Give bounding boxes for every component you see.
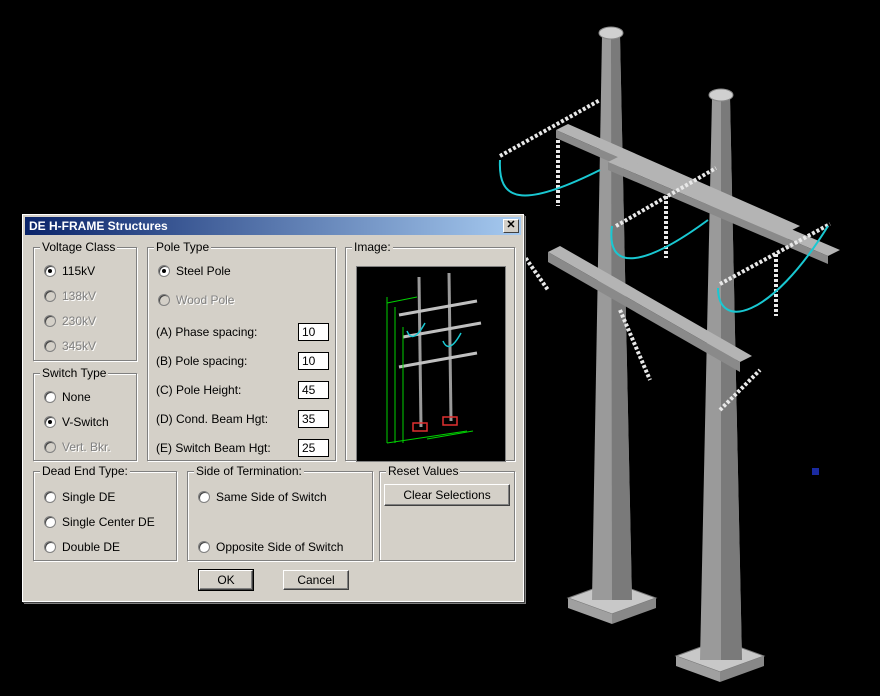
pole-spacing-input[interactable]: 10 — [298, 352, 329, 370]
phase-spacing-input[interactable]: 10 — [298, 323, 329, 341]
h-frame-structure-model — [498, 26, 840, 682]
steel-pole-label: Steel Pole — [176, 264, 231, 278]
voltage-class-legend: Voltage Class — [40, 240, 118, 254]
switch-type-legend: Switch Type — [40, 366, 109, 380]
side-of-termination-group: Side of Termination: Same Side of Switch… — [187, 464, 373, 561]
opposite-side-radio[interactable]: Opposite Side of Switch — [198, 540, 343, 554]
switch-vswitch-radio[interactable]: V-Switch — [44, 415, 109, 429]
switch-none-radio[interactable]: None — [44, 390, 91, 404]
radio-icon — [44, 516, 56, 528]
switch-beam-hgt-label: (E) Switch Beam Hgt: — [156, 441, 271, 455]
structure-preview-drawing — [386, 272, 482, 444]
radio-icon — [158, 294, 170, 306]
switch-none-label: None — [62, 390, 91, 404]
steel-pole-radio[interactable]: Steel Pole — [158, 264, 231, 278]
dialog-title: DE H-FRAME Structures — [29, 219, 168, 233]
voltage-345kv-radio[interactable]: 345kV — [44, 339, 96, 353]
voltage-115kv-label: 115kV — [62, 264, 96, 278]
radio-selected-icon — [158, 265, 170, 277]
radio-selected-icon — [44, 265, 56, 277]
wood-pole-radio[interactable]: Wood Pole — [158, 293, 234, 307]
pole-spacing-label: (B) Pole spacing: — [156, 354, 248, 368]
pole-type-group: Pole Type Steel Pole Wood Pole (A) Phase… — [147, 240, 336, 461]
radio-icon — [44, 315, 56, 327]
voltage-230kv-radio[interactable]: 230kV — [44, 314, 96, 328]
switch-vert-bkr-label: Vert. Bkr. — [62, 440, 111, 454]
dead-end-type-legend: Dead End Type: — [40, 464, 130, 478]
radio-icon — [198, 491, 210, 503]
radio-icon — [44, 290, 56, 302]
pole-height-label: (C) Pole Height: — [156, 383, 242, 397]
close-icon[interactable]: ✕ — [503, 219, 519, 233]
switch-type-group: Switch Type None V-Switch Vert. Bkr. — [33, 366, 137, 461]
single-de-radio[interactable]: Single DE — [44, 490, 115, 504]
voltage-138kv-label: 138kV — [62, 289, 97, 303]
voltage-class-group: Voltage Class 115kV 138kV 230kV 345kV — [33, 240, 137, 361]
cancel-button[interactable]: Cancel — [283, 570, 349, 590]
ok-button[interactable]: OK — [198, 569, 254, 591]
reset-values-group: Reset Values Clear Selections — [379, 464, 515, 561]
radio-icon — [44, 491, 56, 503]
ucs-grip-marker — [812, 468, 819, 475]
radio-icon — [198, 541, 210, 553]
cond-beam-hgt-input[interactable]: 35 — [298, 410, 329, 428]
reset-values-legend: Reset Values — [386, 464, 461, 478]
structure-preview-image — [356, 266, 506, 462]
same-side-radio[interactable]: Same Side of Switch — [198, 490, 327, 504]
radio-icon — [44, 340, 56, 352]
single-center-de-radio[interactable]: Single Center DE — [44, 515, 155, 529]
same-side-label: Same Side of Switch — [216, 490, 327, 504]
image-group: Image: — [345, 240, 515, 462]
voltage-115kv-radio[interactable]: 115kV — [44, 264, 95, 278]
opposite-side-label: Opposite Side of Switch — [216, 540, 344, 554]
switch-beam-hgt-input[interactable]: 25 — [298, 439, 329, 457]
switch-vswitch-label: V-Switch — [62, 415, 109, 429]
voltage-138kv-radio[interactable]: 138kV — [44, 289, 96, 303]
voltage-230kv-label: 230kV — [62, 314, 97, 328]
phase-spacing-label: (A) Phase spacing: — [156, 325, 258, 339]
voltage-345kv-label: 345kV — [62, 339, 97, 353]
double-de-radio[interactable]: Double DE — [44, 540, 120, 554]
radio-selected-icon — [44, 416, 56, 428]
switch-vert-bkr-radio[interactable]: Vert. Bkr. — [44, 440, 111, 454]
double-de-label: Double DE — [62, 540, 121, 554]
clear-selections-button[interactable]: Clear Selections — [384, 484, 510, 506]
side-of-termination-legend: Side of Termination: — [194, 464, 304, 478]
radio-icon — [44, 441, 56, 453]
single-de-label: Single DE — [62, 490, 116, 504]
dead-end-type-group: Dead End Type: Single DE Single Center D… — [33, 464, 177, 561]
dialog-titlebar[interactable]: DE H-FRAME Structures ✕ — [25, 217, 521, 235]
pole-height-input[interactable]: 45 — [298, 381, 329, 399]
radio-icon — [44, 391, 56, 403]
pole-type-legend: Pole Type — [154, 240, 212, 254]
cond-beam-hgt-label: (D) Cond. Beam Hgt: — [156, 412, 269, 426]
radio-icon — [44, 541, 56, 553]
wood-pole-label: Wood Pole — [176, 293, 235, 307]
image-legend: Image: — [352, 240, 393, 254]
de-hframe-dialog: DE H-FRAME Structures ✕ Voltage Class 11… — [22, 214, 524, 602]
single-center-de-label: Single Center DE — [62, 515, 155, 529]
